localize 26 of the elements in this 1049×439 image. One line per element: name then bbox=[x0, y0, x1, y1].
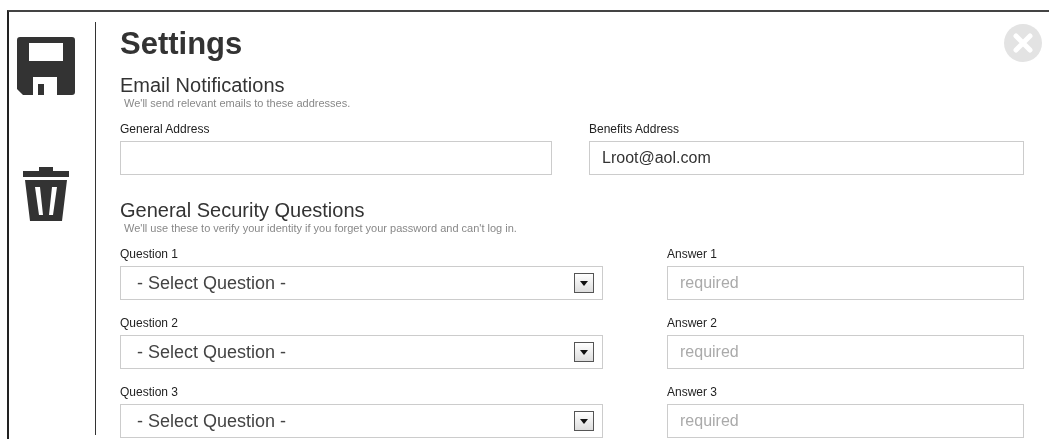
section-heading: Email Notifications bbox=[120, 74, 286, 96]
email-input[interactable]: Lroot@aol.com bbox=[589, 141, 1024, 175]
field-label: Answer 2 bbox=[667, 316, 719, 330]
field-label: General Address bbox=[120, 122, 211, 136]
answer-input[interactable]: required bbox=[667, 404, 1024, 438]
question-select[interactable]: - Select Question - bbox=[120, 266, 603, 300]
field-label: Question 1 bbox=[120, 247, 180, 261]
field-label: Answer 1 bbox=[667, 247, 719, 261]
answer-input[interactable]: required bbox=[667, 266, 1024, 300]
field-label: Benefits Address bbox=[589, 122, 681, 136]
save-icon[interactable] bbox=[17, 37, 75, 95]
question-select[interactable]: - Select Question - bbox=[120, 404, 603, 438]
field-label: Question 2 bbox=[120, 316, 180, 330]
field-label: Answer 3 bbox=[667, 385, 719, 399]
email-input[interactable] bbox=[120, 141, 552, 175]
section-subtitle: We'll send relevant emails to these addresses. bbox=[124, 96, 352, 110]
question-select[interactable]: - Select Question - bbox=[120, 335, 603, 369]
page-title: Settings bbox=[120, 26, 244, 62]
trash-icon[interactable] bbox=[23, 167, 69, 221]
caret-icon bbox=[574, 342, 594, 362]
section-subtitle: We'll use these to verify your identity if you forget your password and can't log in. bbox=[124, 221, 518, 235]
field-label: Question 3 bbox=[120, 385, 180, 399]
answer-input[interactable]: required bbox=[667, 335, 1024, 369]
caret-icon bbox=[574, 273, 594, 293]
caret-icon bbox=[574, 411, 594, 431]
section-heading: General Security Questions bbox=[120, 199, 366, 221]
